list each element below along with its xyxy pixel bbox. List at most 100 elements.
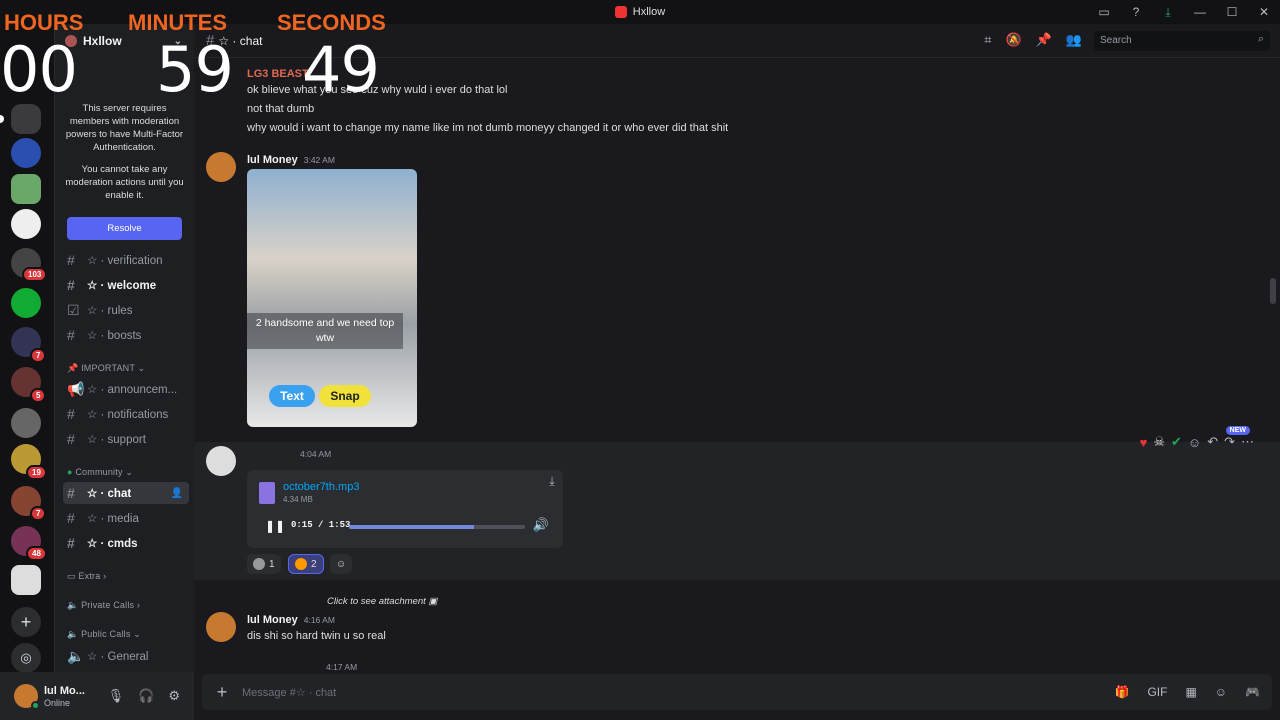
avatar[interactable] [206,152,236,182]
gif-icon[interactable]: GIF [1147,685,1167,699]
microphone-icon[interactable]: 🎙 [108,688,125,704]
members-icon[interactable]: 👥 [1066,32,1082,48]
mfa-text: This server requires members with modera… [65,103,184,153]
server-icon[interactable] [11,408,41,438]
emoji-icon[interactable]: ☺ [1215,685,1227,699]
plus-icon[interactable]: + [202,682,242,703]
minimize-icon[interactable]: — [1184,5,1216,19]
channel-chat[interactable]: # ☆ · chat 👤 [63,482,189,504]
forward-icon[interactable]: ↷ [1224,434,1235,450]
rules-icon: ☑ [67,301,80,318]
channel-announcements[interactable]: 📢 ☆ · announcem... [63,378,189,400]
volume-icon[interactable]: 🔊 [533,517,549,533]
server-icon[interactable] [11,565,41,595]
pause-icon[interactable]: ❚❚ [265,519,285,533]
message-composer[interactable]: + Message #☆ · chat 🎁 GIF ▦ ☺ 🎮 [202,674,1272,710]
add-reaction-button[interactable]: ☺ [330,554,353,574]
more-icon[interactable]: ⋯ [1241,434,1254,450]
globe-icon: ● [67,467,73,477]
message-author[interactable]: 4:04 AM [294,448,331,460]
headphones-icon[interactable]: 🎧 [138,688,154,704]
mention-badge: 48 [26,546,47,561]
reaction-button[interactable]: 1 [247,554,281,574]
category-private-calls[interactable]: 🔈 Private Calls › [67,600,140,611]
reaction-emoji [253,558,265,570]
add-member-icon[interactable]: 👤 [171,488,183,499]
voice-channel-general[interactable]: 🔈 ☆ · General [63,645,189,667]
channel-rules[interactable]: ☑ ☆ · rules [63,299,189,321]
channel-media[interactable]: # ☆ · media [63,507,189,529]
close-icon[interactable]: ✕ [1248,5,1280,19]
avatar[interactable] [206,612,236,642]
text-button[interactable]: Text [269,385,315,407]
channel-boosts[interactable]: # ☆ · boosts [63,324,189,346]
maximize-icon[interactable]: ☐ [1216,5,1248,19]
reply-preview[interactable]: Click to see attachment ▣ [247,596,437,607]
reaction-button[interactable]: 2 [288,554,324,574]
add-reaction-icon[interactable]: ☺ [1188,435,1201,450]
file-name[interactable]: october7th.mp3 [283,481,359,493]
channel-title: ☆ · chat [218,33,263,48]
server-icon[interactable] [11,209,41,239]
category-community[interactable]: ● Community ⌄ [67,467,133,478]
category-label: Extra [78,571,101,581]
category-extra[interactable]: ▭ Extra › [67,571,106,582]
category-important[interactable]: 📌 IMPORTANT ⌄ [67,363,145,374]
gift-icon[interactable]: 🎁 [1114,685,1129,699]
reaction-count: 2 [311,558,317,570]
add-server-icon[interactable]: + [11,607,41,637]
audio-progress-bar[interactable] [349,525,525,529]
avatar[interactable] [14,684,40,710]
help-icon[interactable]: ? [1120,5,1152,19]
check-reaction-icon[interactable]: ✔ [1171,434,1182,450]
message-author[interactable]: lul Money 3:42 AM [247,154,335,166]
channel-sidebar: Hxllow ⌄ This server requires members wi… [54,24,194,672]
mute-bell-icon[interactable]: 🔕 [1005,32,1021,48]
server-list: 103 7 5 19 7 48 + ◎ [0,24,54,720]
skull-reaction-icon[interactable]: ☠ [1153,434,1165,450]
apps-icon[interactable]: 🎮 [1245,685,1260,699]
channel-verification[interactable]: # ☆ · verification [63,249,189,271]
server-folder[interactable] [11,288,41,318]
hash-icon: # [67,510,75,526]
channel-cmds[interactable]: # ☆ · cmds [63,532,189,554]
server-header[interactable]: Hxllow ⌄ [55,24,194,58]
channel-welcome[interactable]: # ☆ · welcome [63,274,189,296]
speaker-icon: 🔈 [67,647,85,664]
resolve-button[interactable]: Resolve [67,217,182,240]
download-icon[interactable]: ⤓ [541,470,563,492]
message-author[interactable]: 4:17 AM [294,661,357,673]
pin-icon[interactable]: 📌 [1036,32,1052,48]
channel-notifications[interactable]: # ☆ · notifications [63,403,189,425]
category-icon: ▭ [67,571,76,581]
mention-badge: 7 [30,348,47,363]
server-icon[interactable] [11,138,41,168]
gear-icon[interactable]: ⚙ [168,688,180,704]
server-hxllow[interactable] [11,104,41,134]
scrollbar[interactable] [1270,278,1276,304]
video-attachment[interactable]: 2 handsome and we need top wtw Text Snap [247,169,417,427]
heart-reaction-icon[interactable]: ♥ [1140,435,1148,450]
avatar[interactable] [206,446,236,476]
message-author[interactable]: LG3 BEAST [247,68,309,80]
discover-icon[interactable]: ◎ [11,643,41,673]
reply-icon[interactable]: ↶ [1207,434,1218,450]
inbox-icon[interactable]: ▭ [1088,5,1120,19]
chevron-down-icon[interactable]: ⌄ [174,36,182,47]
sticker-icon[interactable]: ▦ [1185,685,1196,699]
category-public-calls[interactable]: 🔈 Public Calls ⌄ [67,629,141,640]
channel-label: ☆ · verification [87,255,163,267]
message-author[interactable]: lul Money 4:16 AM [247,614,335,626]
download-icon[interactable]: ⤓ [1152,5,1184,20]
channel-support[interactable]: # ☆ · support [63,428,189,450]
threads-icon[interactable]: ⌗ [984,32,991,48]
search-input[interactable]: Search ⌕ [1094,31,1270,51]
snap-button[interactable]: Snap [319,385,371,407]
channel-label: ☆ · support [87,434,146,446]
user-name[interactable]: lul Mo... [44,685,85,698]
channel-label: ☆ · boosts [87,330,142,342]
message-input[interactable]: Message #☆ · chat [242,686,336,699]
hash-icon: # [67,406,75,422]
hash-icon: # [67,485,75,501]
server-icon[interactable] [11,174,41,204]
